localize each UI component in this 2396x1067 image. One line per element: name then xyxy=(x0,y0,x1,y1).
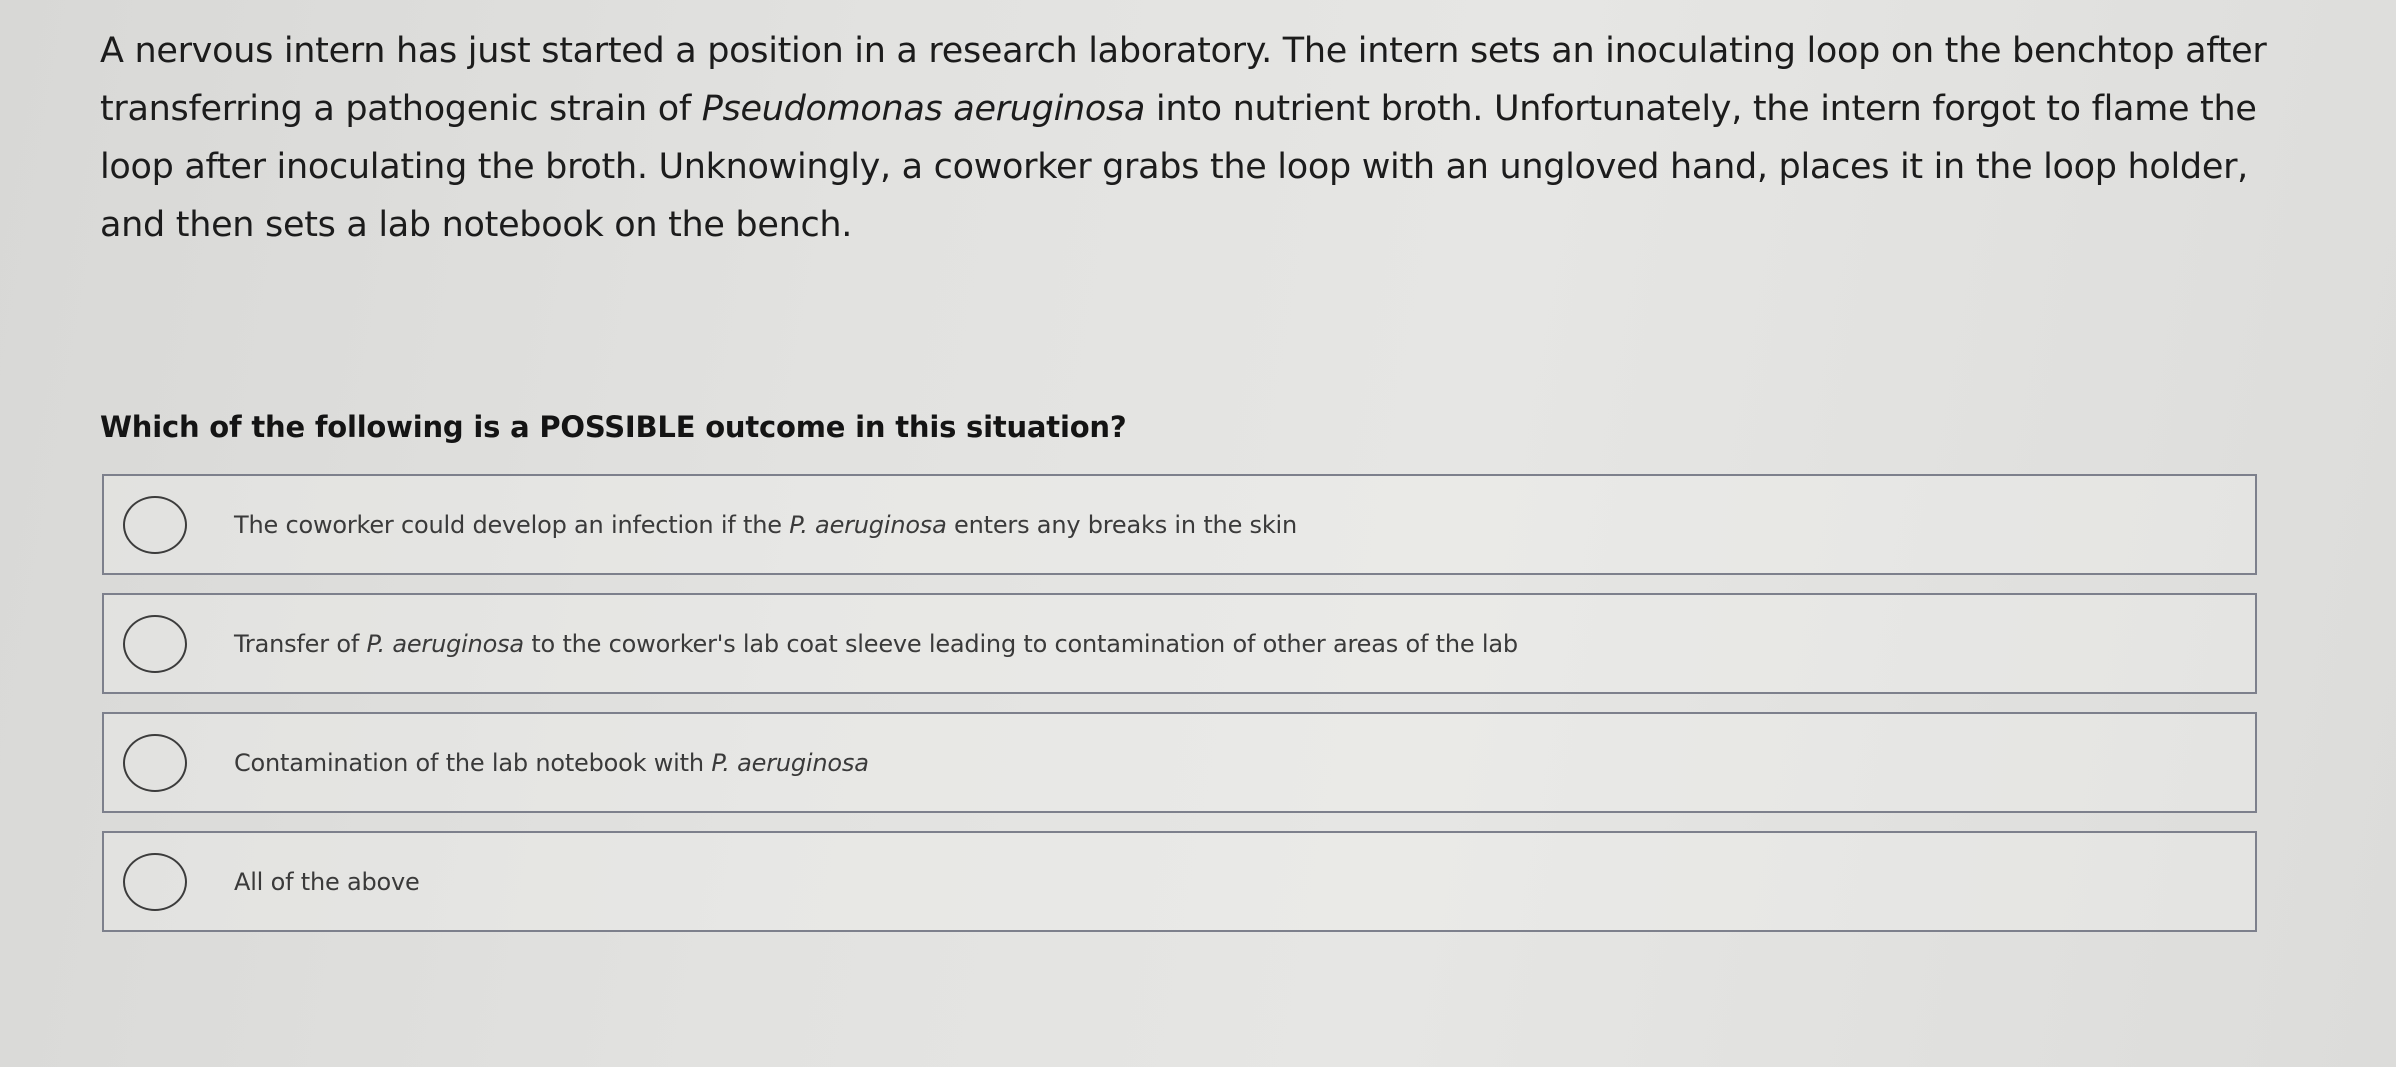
option-label: The coworker could develop an infection … xyxy=(234,510,1298,539)
radio-button[interactable] xyxy=(123,733,187,792)
question-prompt: Which of the following is a POSSIBLE out… xyxy=(100,410,1127,444)
radio-button[interactable] xyxy=(123,852,187,911)
answer-options: The coworker could develop an infection … xyxy=(102,474,2257,950)
answer-option-4[interactable]: All of the above xyxy=(102,831,2257,932)
option-label: Contamination of the lab notebook with P… xyxy=(234,748,869,777)
option-label: All of the above xyxy=(234,867,420,896)
answer-option-3[interactable]: Contamination of the lab notebook with P… xyxy=(102,712,2257,813)
radio-button[interactable] xyxy=(123,495,187,554)
radio-button[interactable] xyxy=(123,614,187,673)
option-label: Transfer of P. aeruginosa to the coworke… xyxy=(234,629,1518,658)
stem-species: Pseudomonas aeruginosa xyxy=(701,89,1146,129)
question-stem: A nervous intern has just started a posi… xyxy=(100,22,2300,254)
answer-option-2[interactable]: Transfer of P. aeruginosa to the coworke… xyxy=(102,593,2257,694)
answer-option-1[interactable]: The coworker could develop an infection … xyxy=(102,474,2257,575)
